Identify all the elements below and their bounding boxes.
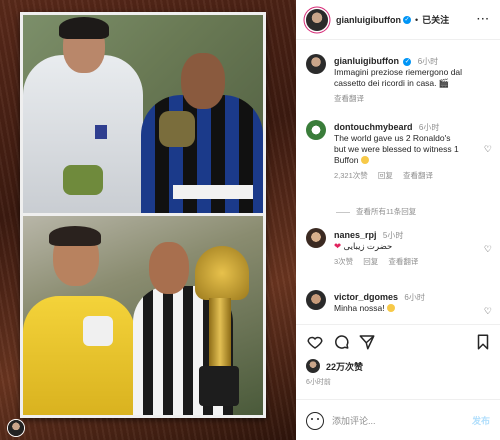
post-comment-button[interactable]: 发布	[472, 414, 490, 427]
tagged-user-avatar[interactable]	[8, 420, 24, 436]
commenter-avatar[interactable]	[306, 290, 326, 310]
see-translation-link[interactable]: 查看翻译	[388, 257, 418, 266]
caption-username[interactable]: gianluigibuffon	[334, 56, 399, 66]
see-translation-link[interactable]: 查看翻译	[403, 171, 433, 180]
player-hair-3	[49, 226, 101, 246]
trophy-cup	[195, 246, 249, 300]
caption: gianluigibuffon ✓ 6小时 Immagini preziose …	[306, 54, 492, 104]
post-header: gianluigibuffon ✓ • 已关注 ···	[296, 0, 500, 40]
author-info: gianluigibuffon ✓ • 已关注	[336, 13, 449, 26]
comment-item: victor_dgomes 6小时 Minha nossa! ♡	[306, 290, 492, 320]
comment-input[interactable]	[332, 414, 442, 428]
post-media[interactable]	[0, 0, 296, 440]
commenter-username[interactable]: nanes_rpj	[334, 230, 377, 240]
heart-icon[interactable]	[306, 333, 324, 351]
verified-icon: ✓	[403, 57, 412, 66]
verified-icon: ✓	[402, 15, 411, 24]
comment-like-heart-icon[interactable]: ♡	[484, 144, 492, 155]
heart-eyes-emoji-icon	[386, 304, 395, 312]
comment-text: حضرت زيبايى	[343, 241, 393, 251]
comment-icon[interactable]	[332, 333, 350, 351]
heart-eyes-emoji-icon	[360, 156, 369, 164]
photo-print	[20, 12, 266, 418]
commenter-avatar[interactable]	[306, 228, 326, 248]
likes-row: 22万次赞	[306, 359, 363, 373]
reply-link[interactable]: 回复	[363, 257, 378, 266]
commenter-avatar[interactable]	[306, 120, 326, 140]
send-icon[interactable]	[358, 333, 376, 351]
comment-like-heart-icon[interactable]: ♡	[484, 306, 492, 317]
clapper-emoji-icon: 🎬	[438, 78, 450, 88]
photo-buffon-cristiano	[23, 216, 263, 415]
glove-3	[83, 316, 113, 346]
comment-body: dontouchmybeard 6小时 The world gave us 2 …	[334, 122, 484, 181]
comment-text-line3: Buffon	[334, 155, 359, 165]
player-face-4	[149, 242, 189, 294]
action-icons	[306, 333, 492, 353]
comment-time: 6小时	[418, 123, 440, 132]
kit-sponsor	[173, 185, 253, 199]
separator-dot: •	[414, 14, 419, 25]
emoji-icon[interactable]	[306, 412, 324, 430]
comment-item: nanes_rpj 5小时 ❤ حضرت زيبايى 3次赞 回复 查看翻译 …	[306, 228, 492, 268]
comment-text: Minha nossa!	[334, 303, 385, 313]
posted-time[interactable]: 6小时前	[306, 377, 331, 387]
comment-text-line1: The world gave us 2 Ronaldo's	[334, 133, 451, 143]
caption-body: gianluigibuffon ✓ 6小时 Immagini preziose …	[334, 56, 484, 104]
comment-time: 6小时	[404, 293, 425, 302]
bookmark-icon[interactable]	[474, 333, 492, 351]
player-hair	[59, 17, 109, 39]
post-actions: 22万次赞 6小时前 发布	[296, 324, 500, 440]
comment-text-line2: but we were blessed to witness 1	[334, 144, 459, 154]
caption-avatar[interactable]	[306, 54, 326, 74]
trophy-base	[199, 366, 239, 406]
author-username[interactable]: gianluigibuffon	[336, 15, 401, 25]
red-heart-emoji-icon: ❤	[334, 241, 342, 251]
comment-likes[interactable]: 3次赞	[334, 257, 353, 266]
commenter-username[interactable]: dontouchmybeard	[334, 122, 413, 132]
reply-link[interactable]: 回复	[378, 171, 393, 180]
goalkeeper-glove	[63, 165, 103, 195]
add-comment-bar: 发布	[296, 399, 500, 440]
more-options-icon[interactable]: ···	[477, 14, 490, 25]
comment-likes[interactable]: 2,321次赞	[334, 171, 368, 180]
comment-meta: 2,321次赞 回复 查看翻译	[334, 170, 484, 181]
caption-meta: 查看翻译	[334, 93, 484, 104]
photo-buffon-ronaldo	[23, 15, 263, 213]
glove-2	[159, 111, 195, 147]
comment-body: victor_dgomes 6小时 Minha nossa!	[334, 292, 484, 314]
likes-count[interactable]: 22万次赞	[326, 360, 363, 373]
comment-time: 5小时	[382, 231, 404, 240]
follow-status-button[interactable]: 已关注	[422, 13, 449, 26]
see-translation-link[interactable]: 查看翻译	[334, 94, 364, 103]
kit-crest	[95, 125, 107, 139]
comment-meta: 3次赞 回复 查看翻译	[334, 256, 484, 267]
caption-text-line1: Immagini preziose riemergono dal	[334, 67, 463, 77]
caption-time: 6小时	[417, 57, 439, 66]
comment-body: nanes_rpj 5小时 ❤ حضرت زيبايى 3次赞 回复 查看翻译	[334, 230, 484, 267]
player-yellow-kit	[23, 296, 135, 415]
comment-item: dontouchmybeard 6小时 The world gave us 2 …	[306, 120, 492, 180]
author-avatar[interactable]	[306, 8, 328, 31]
view-replies-link[interactable]: 查看所有11条回复	[336, 206, 416, 217]
commenter-username[interactable]: victor_dgomes	[334, 292, 398, 302]
post-panel: gianluigibuffon ✓ • 已关注 ··· gianluigibuf…	[296, 0, 500, 440]
liker-avatar[interactable]	[306, 359, 320, 373]
player-face-2	[181, 53, 225, 109]
caption-text-line2: cassetto dei ricordi in casa.	[334, 78, 437, 88]
comment-like-heart-icon[interactable]: ♡	[484, 244, 492, 255]
trophy-stem	[209, 298, 231, 368]
